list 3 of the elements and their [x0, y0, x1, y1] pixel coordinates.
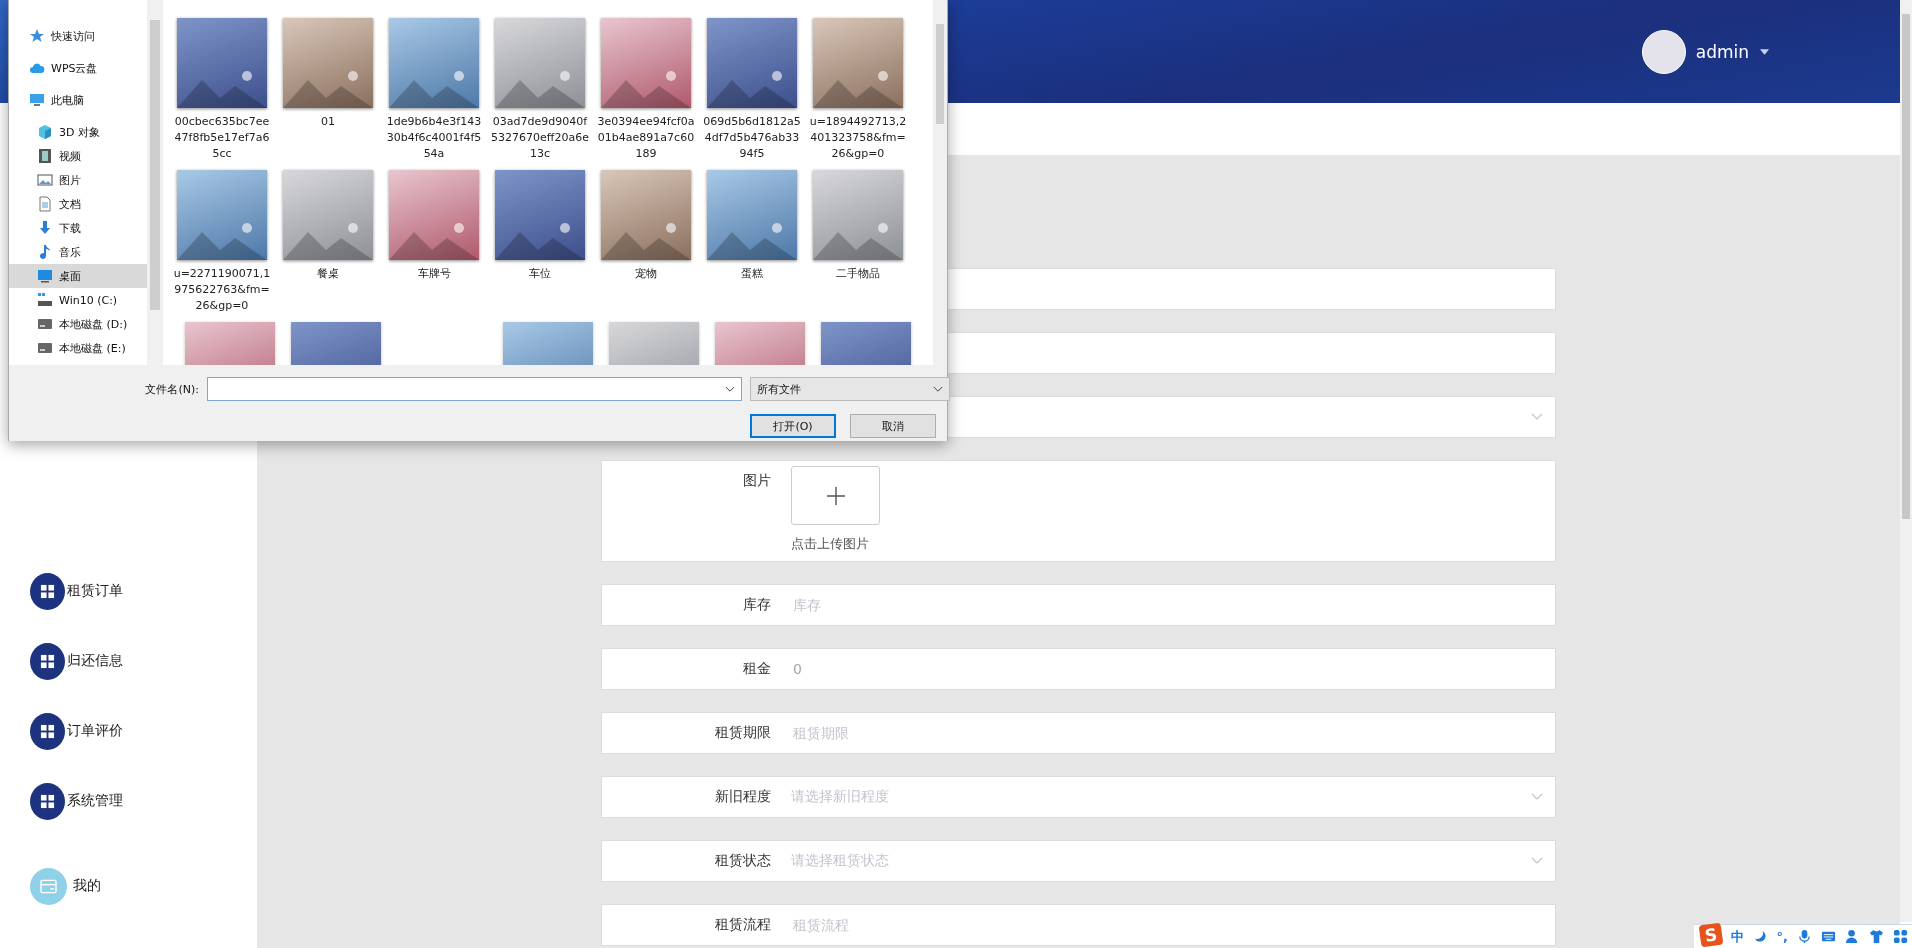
upload-hint: 点击上传图片	[791, 535, 869, 553]
field-label: 图片	[601, 460, 771, 562]
file-name-label: 文件名(N):	[144, 381, 199, 397]
